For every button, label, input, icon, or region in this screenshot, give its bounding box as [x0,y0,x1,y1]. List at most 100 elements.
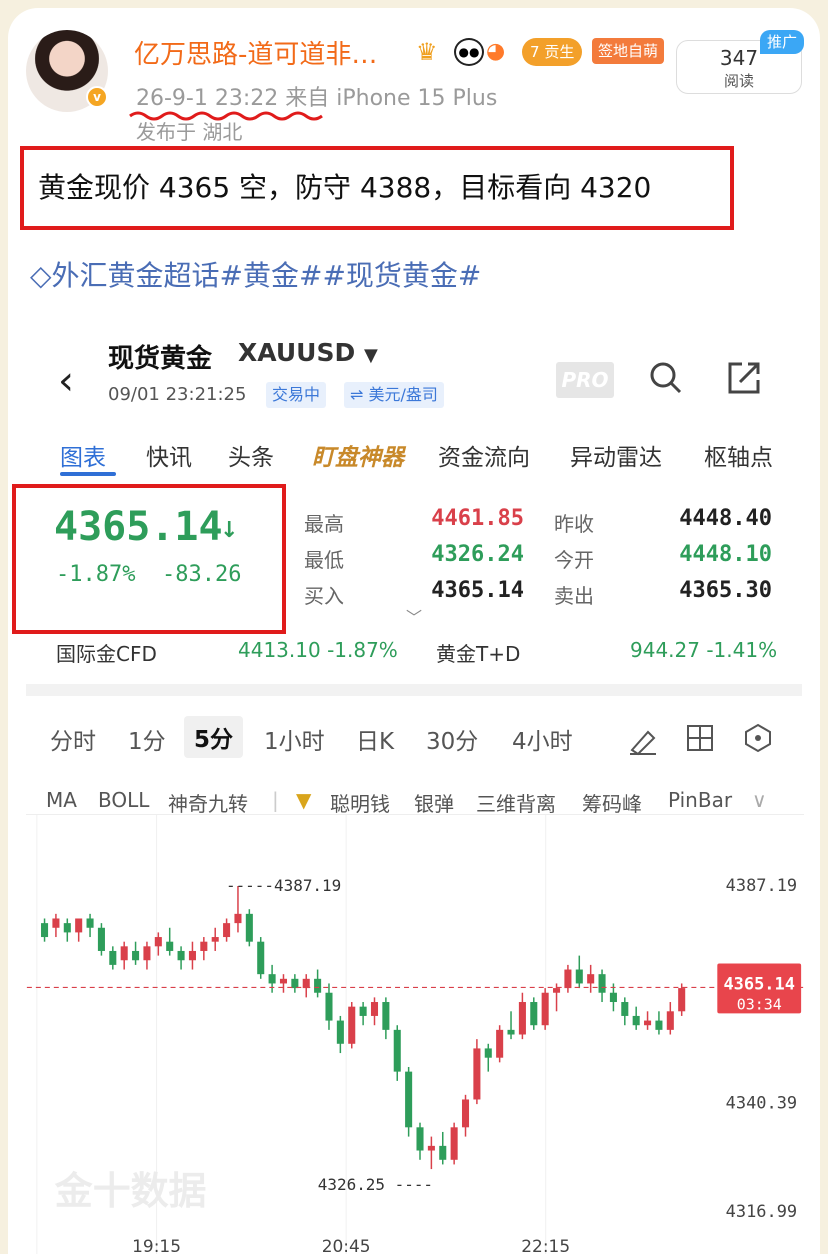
price-change: -1.87% -83.26 [56,562,241,587]
indicator-nine[interactable]: 神奇九转 [168,788,248,817]
candle-body [644,1020,652,1026]
post-datetime: 26-9-1 23:22 [136,86,279,111]
candle-body [507,1029,515,1035]
currency-chip[interactable]: ⇌ 美元/盎司 [344,382,444,408]
smart-money-icon: ▼ [296,788,312,812]
ask-label: 卖出 [554,584,594,608]
candle-body [291,978,299,989]
candle-body [609,992,617,1003]
candle-body [564,969,572,989]
grid-layout-icon[interactable] [684,722,716,754]
ask-value: 4365.30 [679,578,772,603]
cfd-value: 4413.10 -1.87% [238,638,398,662]
username[interactable]: 亿万思路-道可道非… [134,34,377,71]
settings-hexagon-icon[interactable] [742,722,774,754]
candle-body [325,992,333,1021]
candle-body [359,1006,367,1016]
candlestick-chart[interactable]: 金十数据 4387.19 4340.39 4316.99 -----4387.19 432… [26,814,804,1254]
candle-body [530,1002,538,1026]
candle-body [132,950,140,961]
candle-body [211,937,219,942]
candle-body [461,1099,470,1128]
tab-bar: 图表 快讯 头条 盯盘神器 资金流向 异动雷达 枢轴点 [8,438,820,478]
fan-badge: 签地自萌 [592,38,665,64]
candle-body [86,918,94,928]
back-arrow-icon[interactable]: ‹ [58,358,74,404]
candle-body [370,1002,379,1016]
period-1m[interactable]: 1分 [128,722,166,756]
change-abs: -83.26 [161,562,242,587]
indicator-boll[interactable]: BOLL [98,788,149,812]
high-marker: -----4387.19 [226,876,341,895]
period-4h[interactable]: 4小时 [512,722,573,756]
period-tick[interactable]: 分时 [50,722,96,756]
change-pct: -1.87% [56,562,136,587]
tab-pivot[interactable]: 枢轴点 [704,438,773,472]
fish-icon: ◕ [486,39,506,64]
countdown-label: 03:34 [737,995,782,1013]
candle-body [336,1020,344,1044]
y-tick-label: 4387.19 [726,875,797,895]
candle-body [621,1002,629,1016]
period-5m[interactable]: 5分 [184,716,244,758]
share-icon[interactable] [724,358,764,398]
candle-body [223,923,231,938]
pro-button[interactable]: PRO [556,362,614,398]
hashtags[interactable]: ◇外汇黄金超话#黄金##现货黄金# [30,254,481,294]
y-tick-label: 4340.39 [726,1092,797,1112]
tab-chart[interactable]: 图表 [60,438,106,472]
hashtag-links[interactable]: 外汇黄金超话#黄金##现货黄金# [52,259,482,292]
candle-body [348,1006,356,1044]
indicator-silver[interactable]: 银弹 [414,788,454,817]
indicator-divergence[interactable]: 三维背离 [476,788,556,817]
tab-fund-flow[interactable]: 资金流向 [438,438,530,472]
candle-body [541,992,549,1026]
candle-body [109,950,117,965]
indicator-ma[interactable]: MA [46,788,77,812]
candle-body [120,946,128,961]
candle-body [450,1127,458,1160]
bid-value: 4365.14 [431,578,524,603]
indicator-smart-money[interactable]: 聪明钱 [330,788,390,817]
current-price: 4365.14 [54,504,223,550]
expand-chevron-icon[interactable]: ﹀ [406,604,422,628]
indicator-chips[interactable]: 筹码峰 [582,788,642,817]
period-1h[interactable]: 1小时 [264,722,325,756]
candle-body [143,946,151,961]
draw-pen-icon[interactable] [626,722,660,756]
promo-badge: 推广 [760,30,804,54]
period-30m[interactable]: 30分 [426,722,478,756]
crown-icon: ♛ [416,38,438,66]
tab-monitor[interactable]: 盯盘神器 [312,438,404,472]
search-icon[interactable] [646,358,686,398]
instrument-symbol[interactable]: XAUUSD ▼ [238,338,378,367]
td-label: 黄金T+D [436,642,521,666]
candle-body [575,969,583,984]
symbol-text: XAUUSD [238,338,356,367]
candle-body [518,1002,526,1035]
candle-body [598,974,606,993]
tab-radar[interactable]: 异动雷达 [570,438,662,472]
period-day[interactable]: 日K [356,722,394,756]
dropdown-caret-icon: ▼ [363,345,378,366]
screenshot-frame: v 亿万思路-道可道非… ♛ ●● ◕ 7 贡生 签地自萌 26-9-1 23:… [8,8,820,1254]
diamond-icon: ◇ [30,259,52,292]
candle-body [439,1145,447,1160]
prev-close-value: 4448.40 [679,506,772,531]
indicator-divider: | [272,788,279,812]
down-arrow-icon: ↓ [220,518,239,543]
watermark: 金十数据 [54,1170,207,1213]
candle-body [63,923,71,933]
prev-close-label: 昨收 [554,512,594,536]
read-label: 阅读 [723,72,754,90]
candle-body [188,950,196,961]
indicator-pinbar[interactable]: PinBar [668,788,732,812]
more-chevron-icon[interactable]: ∨ [752,788,767,812]
candle-body [678,988,686,1012]
tab-headlines[interactable]: 头条 [228,438,274,472]
tab-flash[interactable]: 快讯 [146,438,192,472]
candle-body [666,1011,674,1030]
candle-body [52,918,60,928]
candle-body [75,918,83,933]
cfd-label: 国际金CFD [56,642,157,666]
